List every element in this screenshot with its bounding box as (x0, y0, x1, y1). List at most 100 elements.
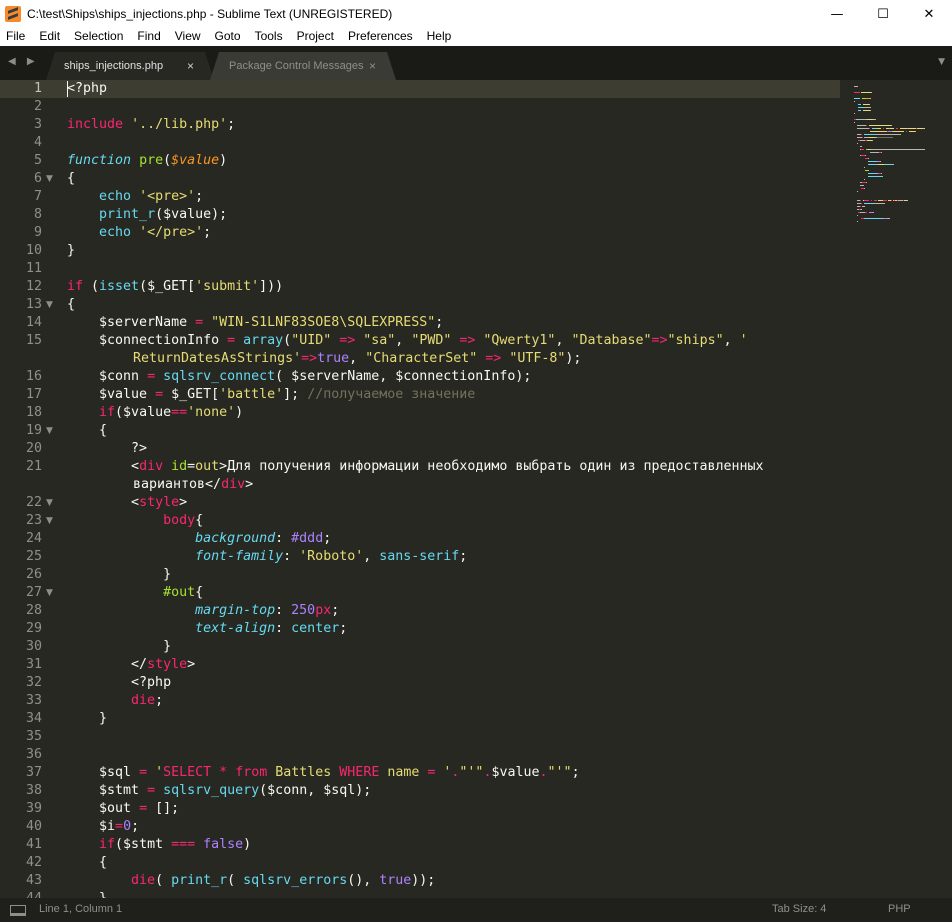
tab-package-control-messages[interactable]: Package Control Messages × (210, 52, 396, 80)
code-line[interactable]: 21 <div id=out>Для получения информации … (0, 458, 840, 476)
code-line[interactable]: 39 $out = []; (0, 800, 840, 818)
code-line[interactable]: 13 ▼ { (0, 296, 840, 314)
line-number: 41 (25, 837, 42, 852)
line-number: 2 (33, 99, 42, 114)
code-line[interactable]: ReturnDatesAsStrings'=>true, "CharacterS… (0, 350, 840, 368)
minimap-mark (873, 200, 877, 201)
code-line[interactable]: 6 ▼ { (0, 170, 840, 188)
fold-arrow-icon[interactable]: ▼ (46, 494, 56, 512)
code-line[interactable]: 14 $serverName = "WIN-S1LNF83SOE8\SQLEXP… (0, 314, 840, 332)
minimap-mark (867, 170, 869, 171)
line-number: 8 (33, 207, 42, 222)
maximize-button[interactable]: ☐ (860, 0, 906, 28)
code-line[interactable]: вариантов</div> (0, 476, 840, 494)
menu-find[interactable]: Find (130, 28, 167, 46)
menu-preferences[interactable]: Preferences (341, 28, 420, 46)
code-line[interactable]: 27 ▼ #out{ (0, 584, 840, 602)
code-line[interactable]: 44 } (0, 890, 840, 898)
code-line[interactable]: 3 include '../lib.php'; (0, 116, 840, 134)
code-line[interactable]: 2 (0, 98, 840, 116)
code-line[interactable]: 19 ▼ { (0, 422, 840, 440)
code-editor[interactable]: 1 <?php 2 3 include '../lib.php'; 4 5 function … (0, 80, 952, 898)
code-line[interactable]: 17 $value = $_GET['battle']; //получаемо… (0, 386, 840, 404)
code-line[interactable]: 30 } (0, 638, 840, 656)
code-line[interactable]: 8 print_r($value); (0, 206, 840, 224)
tab-nav-arrows-icon[interactable]: ◀ ▶ (8, 56, 39, 67)
line-number: 11 (25, 261, 42, 276)
menu-edit[interactable]: Edit (32, 28, 67, 46)
code-line[interactable]: 26 } (0, 566, 840, 584)
fold-arrow-icon[interactable]: ▼ (46, 170, 56, 188)
code-line[interactable]: 25 font-family: 'Roboto', sans-serif; (0, 548, 840, 566)
line-number: 13 (25, 297, 42, 312)
code-line[interactable]: 16 $conn = sqlsrv_connect( $serverName, … (0, 368, 840, 386)
code-line[interactable]: 20 ?> (0, 440, 840, 458)
tab-ships-injections[interactable]: ships_injections.php × (46, 52, 214, 80)
code-line[interactable]: 36 (0, 746, 840, 764)
code-line[interactable]: 18 if($value=='none') (0, 404, 840, 422)
code-line[interactable]: 12 if (isset($_GET['submit'])) (0, 278, 840, 296)
fold-arrow-icon[interactable]: ▼ (46, 296, 56, 314)
code-line[interactable]: 28 margin-top: 250px; (0, 602, 840, 620)
minimap-mark (882, 128, 885, 129)
sublime-text-icon (5, 6, 21, 22)
menu-project[interactable]: Project (290, 28, 341, 46)
code-line[interactable]: 40 $i=0; (0, 818, 840, 836)
code-line[interactable]: 7 echo '<pre>'; (0, 188, 840, 206)
code-line[interactable]: 38 $stmt = sqlsrv_query($conn, $sql); (0, 782, 840, 800)
menu-help[interactable]: Help (420, 28, 459, 46)
minimap-mark (861, 149, 864, 150)
tab-size[interactable]: Tab Size: 4 (772, 903, 826, 915)
line-number: 21 (25, 459, 42, 474)
menu-view[interactable]: View (168, 28, 208, 46)
minimap-mark (906, 200, 908, 201)
window-controls: — ☐ ✕ (814, 0, 952, 28)
minimap-mark (868, 104, 870, 105)
fold-arrow-icon[interactable]: ▼ (46, 584, 56, 602)
code-line[interactable]: 29 text-align: center; (0, 620, 840, 638)
code-line[interactable]: 1 <?php (0, 80, 840, 98)
code-text: if (isset($_GET['submit'])) (67, 279, 284, 294)
code-line[interactable]: 15 $connectionInfo = array("UID" => "sa"… (0, 332, 840, 350)
minimap-mark (864, 212, 867, 213)
menu-goto[interactable]: Goto (208, 28, 248, 46)
code-lines[interactable]: 1 <?php 2 3 include '../lib.php'; 4 5 function … (0, 80, 840, 898)
code-line[interactable]: 43 die( print_r( sqlsrv_errors(), true))… (0, 872, 840, 890)
code-line[interactable]: 31 </style> (0, 656, 840, 674)
code-line[interactable]: 5 function pre($value) (0, 152, 840, 170)
menu-tools[interactable]: Tools (248, 28, 290, 46)
syntax-selector[interactable]: PHP (888, 903, 911, 915)
code-text: margin-top: 250px; (195, 603, 340, 618)
code-line[interactable]: 41 if($stmt === false) (0, 836, 840, 854)
tab-label: Package Control Messages (229, 60, 364, 72)
tab-dropdown-icon[interactable]: ▼ (938, 57, 945, 67)
code-line[interactable]: 34 } (0, 710, 840, 728)
code-line[interactable]: 23 ▼ body{ (0, 512, 840, 530)
code-text: die; (131, 693, 164, 708)
code-line[interactable]: 32 <?php (0, 674, 840, 692)
code-line[interactable]: 42 { (0, 854, 840, 872)
code-line[interactable]: 9 echo '</pre>'; (0, 224, 840, 242)
close-button[interactable]: ✕ (906, 0, 952, 28)
text-cursor (67, 81, 68, 97)
code-line[interactable]: 4 (0, 134, 840, 152)
code-line[interactable]: 24 background: #ddd; (0, 530, 840, 548)
tab-close-icon[interactable]: × (369, 59, 376, 73)
code-line[interactable]: 35 (0, 728, 840, 746)
minimize-button[interactable]: — (814, 0, 860, 28)
code-line[interactable]: 37 $sql = 'SELECT * from Battles WHERE n… (0, 764, 840, 782)
fold-arrow-icon[interactable]: ▼ (46, 422, 56, 440)
fold-arrow-icon[interactable]: ▼ (46, 512, 56, 530)
menu-file[interactable]: File (0, 28, 32, 46)
menu-selection[interactable]: Selection (67, 28, 130, 46)
line-number: 14 (25, 315, 42, 330)
code-line[interactable]: 10} (0, 242, 840, 260)
minimap-mark (867, 176, 876, 177)
code-line[interactable]: 22 ▼ <style> (0, 494, 840, 512)
cursor-position[interactable]: Line 1, Column 1 (39, 903, 122, 915)
code-line[interactable]: 11 (0, 260, 840, 278)
code-line[interactable]: 33 die; (0, 692, 840, 710)
panel-toggle-icon[interactable] (10, 905, 26, 916)
minimap[interactable] (840, 80, 952, 380)
tab-close-icon[interactable]: × (187, 59, 194, 73)
